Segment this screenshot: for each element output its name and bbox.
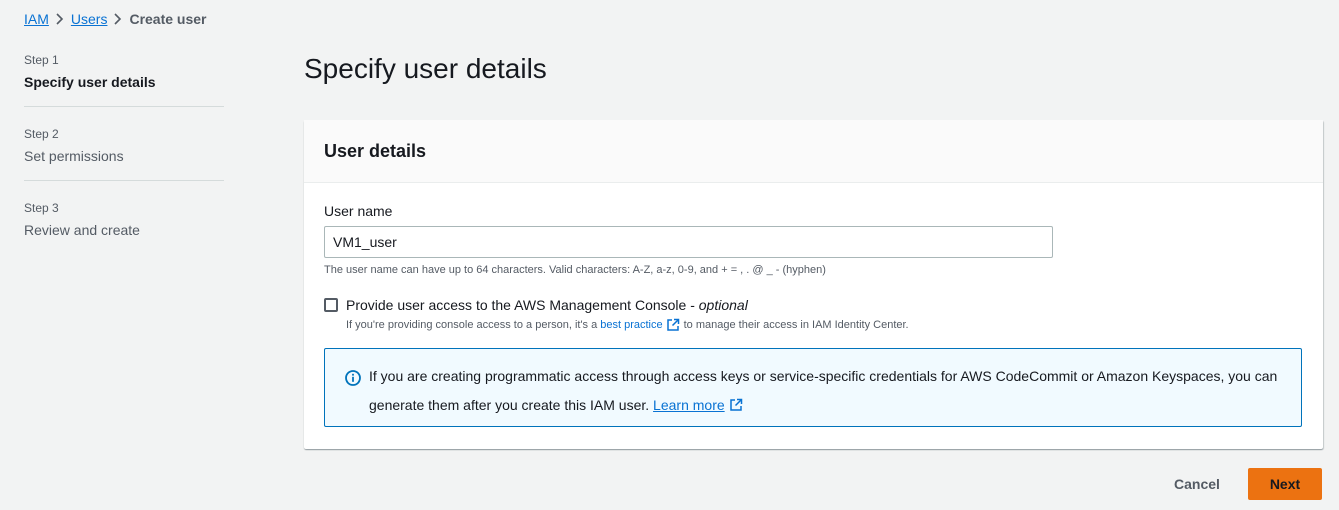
step-number: Step 2 <box>24 127 59 141</box>
wizard-step-3[interactable]: Step 3 Review and create <box>24 198 224 254</box>
chevron-right-icon <box>49 11 71 27</box>
next-button[interactable]: Next <box>1248 468 1322 500</box>
breadcrumb: IAM Users Create user <box>24 11 207 27</box>
step-title: Specify user details <box>24 74 156 90</box>
step-number: Step 3 <box>24 201 59 215</box>
wizard-step-2[interactable]: Step 2 Set permissions <box>24 124 224 181</box>
console-access-option: Provide user access to the AWS Managemen… <box>324 297 748 313</box>
console-access-checkbox[interactable] <box>324 298 338 312</box>
info-icon <box>345 370 361 386</box>
chevron-right-icon <box>107 11 129 27</box>
learn-more-link[interactable]: Learn more <box>653 397 725 413</box>
step-title: Review and create <box>24 222 140 238</box>
best-practice-link[interactable]: best practice <box>600 319 662 331</box>
console-desc-text: If you're providing console access to a … <box>346 319 598 331</box>
wizard-steps: Step 1 Specify user details Step 2 Set p… <box>24 50 224 271</box>
breadcrumb-users-link[interactable]: Users <box>71 11 108 27</box>
info-text: If you are creating programmatic access … <box>369 368 1278 413</box>
username-input[interactable] <box>324 226 1053 258</box>
external-link-icon[interactable] <box>666 318 680 332</box>
username-hint: The user name can have up to 64 characte… <box>324 264 826 276</box>
console-access-description: If you're providing console access to a … <box>346 318 909 332</box>
cancel-button[interactable]: Cancel <box>1160 468 1234 500</box>
step-title: Set permissions <box>24 148 124 164</box>
user-details-panel: User details User name The user name can… <box>304 120 1323 449</box>
step-number: Step 1 <box>24 53 59 67</box>
breadcrumb-iam-link[interactable]: IAM <box>24 11 49 27</box>
username-label: User name <box>324 203 393 219</box>
breadcrumb-current: Create user <box>129 11 207 27</box>
page-title: Specify user details <box>304 53 547 84</box>
info-alert: If you are creating programmatic access … <box>324 348 1302 427</box>
panel-header: User details <box>304 120 1323 183</box>
wizard-step-1: Step 1 Specify user details <box>24 50 224 107</box>
panel-title: User details <box>324 141 427 161</box>
external-link-icon[interactable] <box>729 393 743 411</box>
console-desc-text-after: to manage their access in IAM Identity C… <box>683 319 909 331</box>
console-access-label[interactable]: Provide user access to the AWS Managemen… <box>346 297 748 313</box>
